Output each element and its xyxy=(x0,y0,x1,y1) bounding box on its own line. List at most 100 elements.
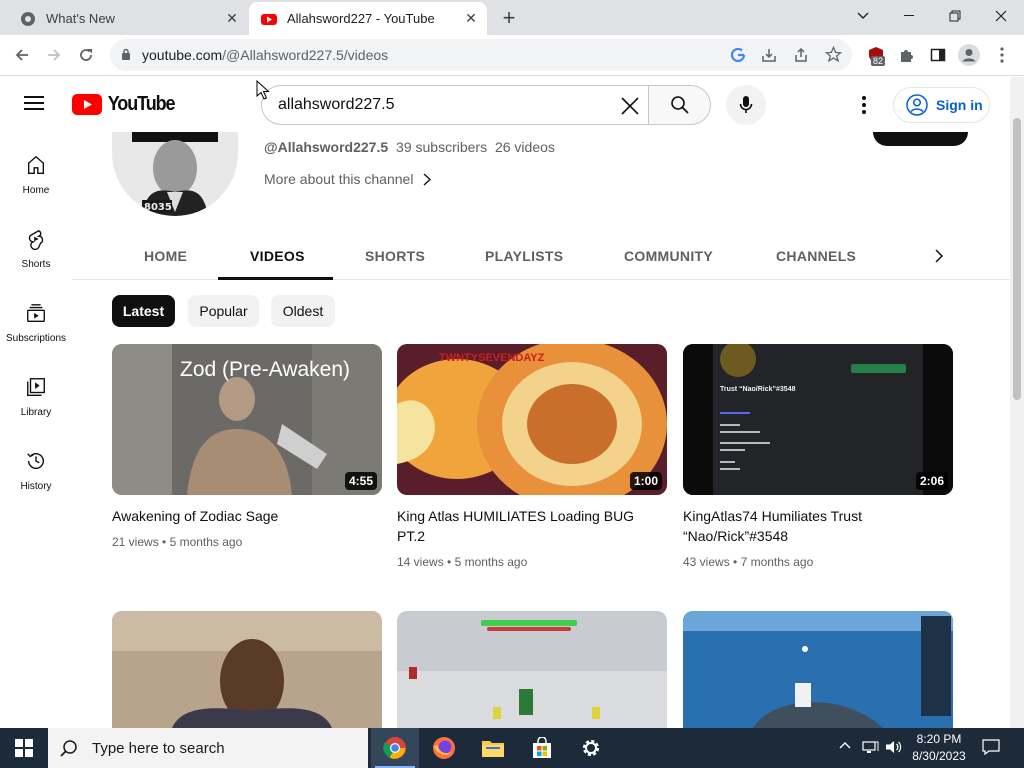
chrome-menu-icon[interactable] xyxy=(988,41,1016,69)
tab-youtube[interactable]: Allahsword227 - YouTube ✕ xyxy=(249,2,487,35)
subscriptions-icon xyxy=(27,304,45,322)
account-circle-icon xyxy=(906,94,928,116)
install-app-icon[interactable] xyxy=(761,47,777,63)
video-thumbnail[interactable] xyxy=(112,611,382,728)
video-duration: 4:55 xyxy=(344,472,377,490)
search-icon xyxy=(60,740,77,757)
tab-search-icon[interactable] xyxy=(840,0,886,32)
subscribe-button[interactable] xyxy=(873,132,968,146)
tab-home[interactable]: HOME xyxy=(144,248,187,264)
extension-shield-icon[interactable]: 82 xyxy=(862,41,890,69)
tab-channels[interactable]: CHANNELS xyxy=(776,248,856,264)
video-metadata: 43 views • 7 months ago xyxy=(683,555,814,569)
notifications-icon[interactable] xyxy=(982,739,1000,760)
thumbnail-caption: Zod (Pre-Awaken) xyxy=(180,358,351,381)
minimize-button[interactable] xyxy=(886,0,932,32)
taskbar-chrome[interactable] xyxy=(371,728,419,768)
selected-tab-indicator xyxy=(218,277,333,280)
settings-more-icon[interactable] xyxy=(862,96,866,119)
chip-oldest[interactable]: Oldest xyxy=(271,295,335,327)
close-window-button[interactable] xyxy=(978,0,1024,32)
chevron-right-icon xyxy=(423,172,432,186)
side-panel-icon[interactable] xyxy=(924,41,952,69)
sidebar-item-history[interactable]: History xyxy=(0,428,72,498)
youtube-logo-text: YouTube xyxy=(107,93,176,115)
tab-shorts[interactable]: SHORTS xyxy=(365,248,425,264)
video-metadata: 21 views • 5 months ago xyxy=(112,535,243,549)
video-count: 26 videos xyxy=(494,139,555,155)
scrollbar-thumb[interactable] xyxy=(1013,118,1021,400)
clear-search-icon[interactable] xyxy=(621,97,639,115)
tab-videos[interactable]: VIDEOS xyxy=(250,248,305,264)
chip-popular[interactable]: Popular xyxy=(188,295,259,327)
search-button[interactable] xyxy=(648,85,711,125)
bookmark-star-icon[interactable] xyxy=(825,46,842,63)
back-button[interactable] xyxy=(8,41,36,69)
tab-community[interactable]: COMMUNITY xyxy=(624,248,713,264)
taskbar-settings[interactable] xyxy=(567,728,615,768)
network-icon[interactable] xyxy=(861,739,879,760)
hamburger-menu-icon[interactable] xyxy=(24,94,46,117)
chrome-icon xyxy=(21,11,35,26)
tab-playlists[interactable]: PLAYLISTS xyxy=(485,248,563,264)
search-input[interactable]: allahsword227.5 xyxy=(278,96,395,114)
page-scrollbar[interactable] xyxy=(1010,77,1024,728)
sidebar-item-label: History xyxy=(20,481,52,492)
sidebar-item-label: Library xyxy=(20,407,52,418)
start-button[interactable] xyxy=(0,728,48,768)
address-bar[interactable]: youtube.com/@Allahsword227.5/videos xyxy=(110,39,852,71)
restore-button[interactable] xyxy=(932,0,978,32)
thumbnail-caption: TWNTYSEVENDAYZ xyxy=(439,352,545,364)
video-thumbnail[interactable]: Zod (Pre-Awaken) 4:55 xyxy=(112,344,382,495)
video-thumbnail[interactable]: Trust “Nao/Rick”#3548 2:06 xyxy=(683,344,953,495)
more-about-channel-link[interactable]: More about this channel xyxy=(264,171,432,187)
windows-logo-icon xyxy=(15,739,33,757)
tab-whats-new[interactable]: What's New ✕ xyxy=(8,2,248,35)
upload-age: 7 months ago xyxy=(740,555,814,569)
profile-avatar-icon[interactable] xyxy=(955,41,983,69)
sidebar-item-library[interactable]: Library xyxy=(0,354,72,424)
video-title[interactable]: Awakening of Zodiac Sage xyxy=(112,506,380,526)
tabs-scroll-right-icon[interactable] xyxy=(935,249,943,263)
channel-avatar[interactable]: 8035 xyxy=(112,132,238,216)
firefox-icon xyxy=(433,737,455,759)
video-thumbnail[interactable] xyxy=(683,611,953,728)
lock-icon[interactable] xyxy=(121,48,131,61)
taskbar-clock[interactable]: 8:20 PM 8/30/2023 xyxy=(906,731,972,765)
taskbar-firefox[interactable] xyxy=(420,728,468,768)
sidebar-item-subscriptions[interactable]: Subscriptions xyxy=(0,280,72,350)
video-thumbnail[interactable] xyxy=(397,611,667,728)
new-tab-button[interactable]: + xyxy=(497,5,521,30)
folder-icon xyxy=(482,741,504,757)
youtube-favicon-icon xyxy=(261,13,277,25)
chrome-icon xyxy=(383,737,406,759)
library-icon xyxy=(27,378,45,396)
reload-button[interactable] xyxy=(72,41,100,69)
channel-tabs: HOME VIDEOS SHORTS PLAYLISTS COMMUNITY C… xyxy=(72,232,1010,280)
volume-icon[interactable] xyxy=(885,739,903,760)
close-tab-icon[interactable]: ✕ xyxy=(461,9,481,29)
share-icon[interactable] xyxy=(793,47,809,63)
taskbar-store[interactable] xyxy=(518,728,566,768)
search-box[interactable]: allahsword227.5 xyxy=(261,85,648,125)
sidebar-item-home[interactable]: Home xyxy=(0,132,72,202)
taskbar-file-explorer[interactable] xyxy=(469,728,517,768)
browser-tab-strip: What's New ✕ Allahsword227 - YouTube ✕ + xyxy=(0,0,1024,35)
show-hidden-icons-chevron-icon[interactable] xyxy=(838,738,852,757)
extensions-puzzle-icon[interactable] xyxy=(893,41,921,69)
video-title[interactable]: King Atlas HUMILIATES Loading BUG PT.2 xyxy=(397,506,665,546)
forward-button[interactable] xyxy=(40,41,68,69)
video-thumbnail[interactable]: TWNTYSEVENDAYZ 1:00 xyxy=(397,344,667,495)
chip-latest[interactable]: Latest xyxy=(112,295,175,327)
close-tab-icon[interactable]: ✕ xyxy=(222,9,242,29)
taskbar-search-box[interactable]: Type here to search xyxy=(48,728,368,768)
youtube-logo[interactable]: YouTube xyxy=(72,93,178,116)
video-title[interactable]: KingAtlas74 Humiliates Trust “Nao/Rick”#… xyxy=(683,506,951,546)
voice-search-button[interactable] xyxy=(726,85,766,125)
home-icon xyxy=(27,155,45,174)
view-count: 43 views xyxy=(683,555,730,569)
sign-in-button[interactable]: Sign in xyxy=(893,87,990,123)
svg-text:8035: 8035 xyxy=(144,202,172,213)
sidebar-item-shorts[interactable]: Shorts xyxy=(0,206,72,276)
google-lens-icon[interactable] xyxy=(730,47,746,63)
